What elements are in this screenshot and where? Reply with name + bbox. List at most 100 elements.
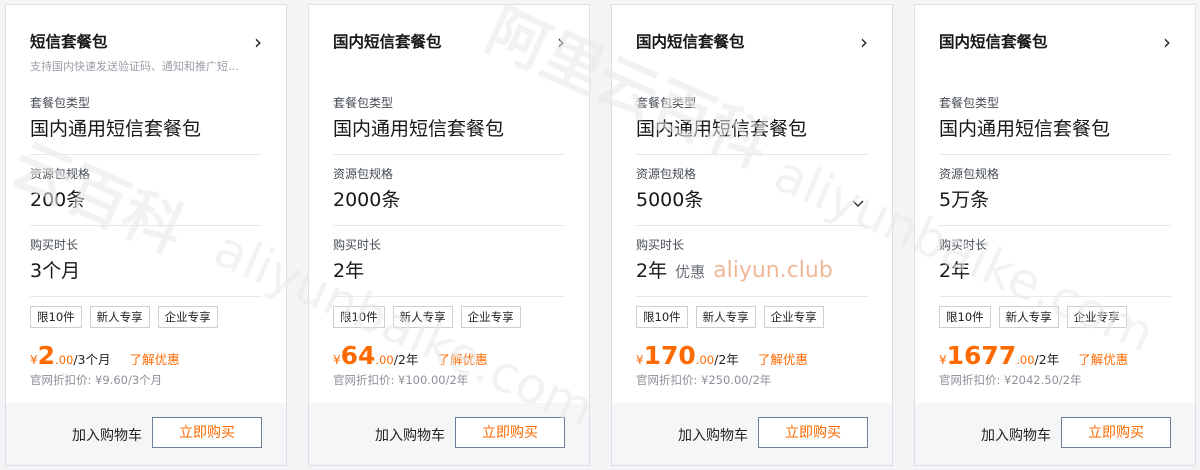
price-unit: /2年: [1034, 352, 1060, 367]
buy-now-button[interactable]: 立即购买: [455, 417, 565, 448]
buy-now-button[interactable]: 立即购买: [1061, 417, 1171, 448]
card-footer: 加入购物车 立即购买: [309, 403, 589, 465]
price-integer: 64: [340, 341, 376, 370]
divider: [30, 154, 262, 155]
divider: [30, 296, 262, 297]
price-decimal: .00: [55, 353, 74, 367]
currency-symbol: ¥: [939, 353, 947, 367]
buy-now-button[interactable]: 立即购买: [758, 417, 868, 448]
discount-link[interactable]: 了解优惠: [130, 352, 180, 367]
divider: [939, 225, 1171, 226]
duration-value: 2年: [939, 260, 971, 282]
divider: [30, 225, 262, 226]
card-footer: 加入购物车 立即购买: [6, 403, 286, 465]
price-decimal: .00: [1016, 353, 1035, 367]
card-header[interactable]: 国内短信套餐包 ›: [939, 31, 1171, 55]
duration-label: 购买时长: [636, 238, 685, 252]
add-to-cart-button[interactable]: 加入购物车: [375, 425, 445, 445]
spec-value: 5000条: [636, 189, 704, 211]
package-card-2: 国内短信套餐包 › 套餐包类型 国内通用短信套餐包 资源包规格 2000条 购买…: [308, 4, 590, 466]
duration-section[interactable]: 购买时长 2年 优惠 aliyun.club: [636, 237, 868, 285]
tag-list: 限10件 新人专享 企业专享: [939, 306, 1127, 328]
type-value: 国内通用短信套餐包: [636, 118, 808, 140]
tag-new-user: 新人专享: [89, 306, 150, 328]
package-card-4: 国内短信套餐包 › 套餐包类型 国内通用短信套餐包 资源包规格 5万条 购买时长…: [914, 4, 1196, 466]
tag-list: 限10件 新人专享 企业专享: [636, 306, 824, 328]
duration-label: 购买时长: [939, 238, 988, 252]
duration-section[interactable]: 购买时长 2年: [333, 237, 565, 284]
tag-enterprise: 企业专享: [460, 306, 521, 328]
official-price: 官网折扣价: ¥250.00/2年: [636, 373, 772, 387]
tag-new-user: 新人专享: [392, 306, 453, 328]
spec-section[interactable]: 资源包规格 200条: [30, 166, 262, 213]
card-footer: 加入购物车 立即购买: [915, 403, 1195, 465]
divider: [333, 296, 565, 297]
price: ¥1677.00/2年 了解优惠: [939, 341, 1128, 370]
price-unit: /2年: [714, 352, 739, 367]
tag-limit: 限10件: [939, 306, 991, 328]
duration-promo: 优惠: [675, 263, 706, 281]
spec-section[interactable]: 资源包规格 5000条: [636, 166, 868, 213]
type-label: 套餐包类型: [636, 96, 697, 110]
chevron-down-icon[interactable]: [852, 196, 864, 212]
duration-section[interactable]: 购买时长 2年: [939, 237, 1171, 284]
price-decimal: .00: [695, 353, 715, 367]
spec-section[interactable]: 资源包规格 2000条: [333, 166, 565, 213]
tag-enterprise: 企业专享: [1066, 306, 1127, 328]
chevron-right-icon[interactable]: ›: [557, 31, 565, 53]
tag-new-user: 新人专享: [998, 306, 1059, 328]
tag-limit: 限10件: [333, 306, 385, 328]
chevron-right-icon[interactable]: ›: [860, 31, 868, 53]
price-decimal: .00: [375, 353, 394, 367]
official-price: 官网折扣价: ¥9.60/3个月: [30, 373, 163, 387]
divider: [939, 154, 1171, 155]
buy-now-button[interactable]: 立即购买: [152, 417, 262, 448]
card-title: 短信套餐包: [30, 33, 108, 51]
card-title: 国内短信套餐包: [636, 33, 745, 51]
divider: [333, 225, 565, 226]
spec-value: 2000条: [333, 189, 401, 211]
duration-label: 购买时长: [333, 238, 382, 252]
card-header[interactable]: 国内短信套餐包 ›: [636, 31, 868, 55]
duration-value: 2年: [333, 260, 365, 282]
tag-enterprise: 企业专享: [763, 306, 824, 328]
duration-section[interactable]: 购买时长 3个月: [30, 237, 262, 284]
official-price: 官网折扣价: ¥2042.50/2年: [939, 373, 1082, 387]
discount-link[interactable]: 了解优惠: [438, 352, 488, 367]
add-to-cart-button[interactable]: 加入购物车: [678, 425, 748, 445]
card-header[interactable]: 短信套餐包 ›: [30, 31, 262, 55]
card-title: 国内短信套餐包: [333, 33, 442, 51]
card-description: 支持国内快速发送验证码、通知和推广短…: [30, 60, 239, 73]
chevron-right-icon[interactable]: ›: [254, 31, 262, 53]
spec-value: 200条: [30, 189, 86, 211]
chevron-right-icon[interactable]: ›: [1163, 31, 1171, 53]
add-to-cart-button[interactable]: 加入购物车: [72, 425, 142, 445]
spec-section[interactable]: 资源包规格 5万条: [939, 166, 1171, 213]
discount-link[interactable]: 了解优惠: [1078, 352, 1128, 367]
type-section: 套餐包类型 国内通用短信套餐包: [30, 95, 262, 142]
tag-limit: 限10件: [636, 306, 688, 328]
currency-symbol: ¥: [333, 353, 341, 367]
spec-label: 资源包规格: [636, 167, 697, 181]
duration-value: 3个月: [30, 260, 81, 282]
divider: [636, 296, 868, 297]
divider: [636, 154, 868, 155]
price: ¥64.00/2年 了解优惠: [333, 341, 488, 370]
type-label: 套餐包类型: [333, 96, 394, 110]
price-integer: 1677: [946, 341, 1017, 370]
price: ¥170.00/2年 了解优惠: [636, 341, 808, 370]
type-section: 套餐包类型 国内通用短信套餐包: [636, 95, 868, 142]
add-to-cart-button[interactable]: 加入购物车: [981, 425, 1051, 445]
type-label: 套餐包类型: [30, 96, 91, 110]
price-integer: 170: [643, 341, 696, 370]
card-header[interactable]: 国内短信套餐包 ›: [333, 31, 565, 55]
price-unit: /3个月: [73, 352, 111, 367]
discount-link[interactable]: 了解优惠: [758, 352, 808, 367]
type-section: 套餐包类型 国内通用短信套餐包: [333, 95, 565, 142]
type-section: 套餐包类型 国内通用短信套餐包: [939, 95, 1171, 142]
spec-value: 5万条: [939, 189, 990, 211]
package-card-1: 短信套餐包 › 支持国内快速发送验证码、通知和推广短… 套餐包类型 国内通用短信…: [5, 4, 287, 466]
tag-list: 限10件 新人专享 企业专享: [30, 306, 218, 328]
type-value: 国内通用短信套餐包: [30, 118, 202, 140]
spec-label: 资源包规格: [939, 167, 1000, 181]
